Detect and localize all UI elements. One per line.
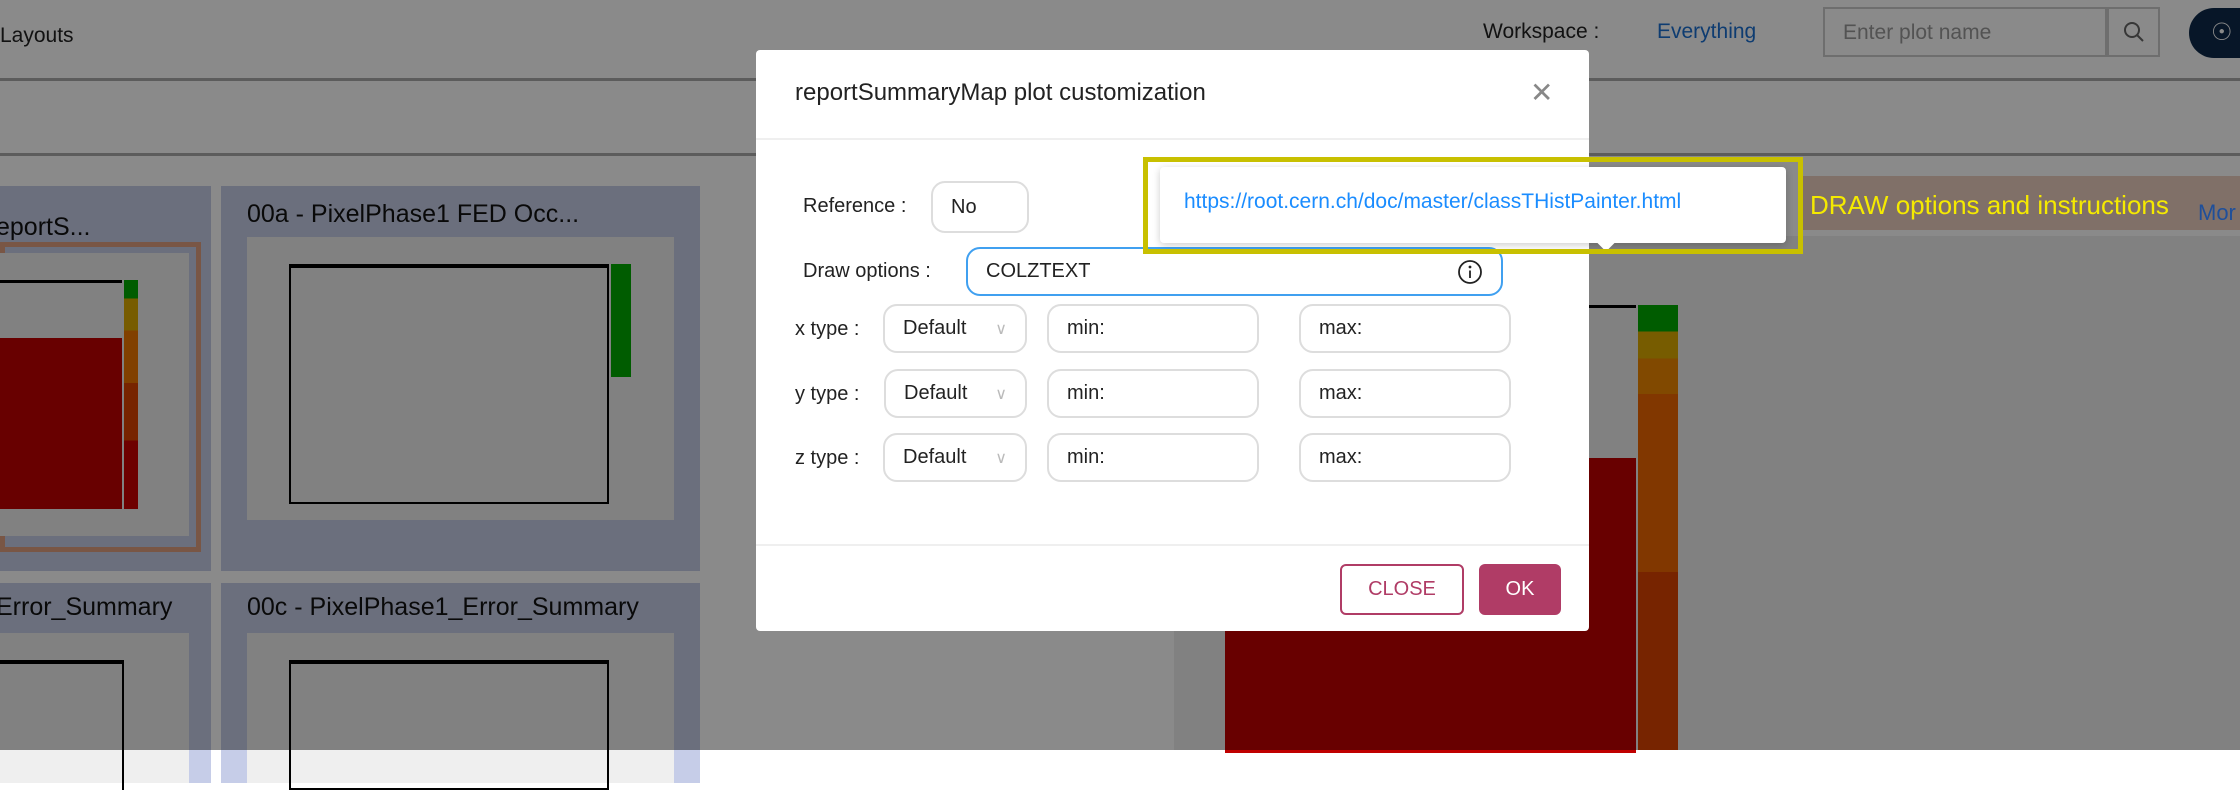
info-icon[interactable] <box>1457 259 1483 285</box>
dialog-title: reportSummaryMap plot customization <box>795 79 1206 106</box>
annotation-text: DRAW options and instructions <box>1810 190 2169 220</box>
reference-label: Reference : <box>803 195 907 217</box>
draw-options-value: COLZTEXT <box>986 260 1091 282</box>
plot-customization-dialog: reportSummaryMap plot customization ✕ Re… <box>756 50 1589 631</box>
divider <box>756 544 1589 546</box>
y-type-value: Default <box>904 382 968 404</box>
z-min-input[interactable]: min: <box>1047 433 1259 482</box>
x-type-label: x type : <box>795 318 860 340</box>
y-max-input[interactable]: max: <box>1299 369 1511 418</box>
chevron-down-icon: ∨ <box>995 320 1007 338</box>
draw-options-input[interactable]: COLZTEXT <box>966 247 1503 296</box>
z-type-value: Default <box>903 446 967 468</box>
x-min-input[interactable]: min: <box>1047 304 1259 353</box>
y-type-select[interactable]: Default ∨ <box>884 369 1027 418</box>
chevron-down-icon: ∨ <box>995 385 1007 403</box>
reference-select[interactable]: No <box>931 181 1029 233</box>
chevron-down-icon: ∨ <box>995 449 1007 467</box>
z-type-label: z type : <box>795 447 860 469</box>
x-type-select[interactable]: Default ∨ <box>883 304 1027 353</box>
highlight-box <box>1143 157 1803 254</box>
more-link[interactable]: Mor <box>2198 200 2236 226</box>
z-max-input[interactable]: max: <box>1299 433 1511 482</box>
divider <box>756 138 1589 140</box>
ok-button[interactable]: OK <box>1479 564 1561 615</box>
z-type-select[interactable]: Default ∨ <box>883 433 1027 482</box>
y-min-input[interactable]: min: <box>1047 369 1259 418</box>
reference-value: No <box>951 195 977 218</box>
x-max-input[interactable]: max: <box>1299 304 1511 353</box>
y-type-label: y type : <box>795 383 860 405</box>
close-button[interactable]: CLOSE <box>1340 564 1464 615</box>
draw-options-label: Draw options : <box>803 260 931 282</box>
x-type-value: Default <box>903 317 967 339</box>
close-icon[interactable]: ✕ <box>1530 76 1553 109</box>
